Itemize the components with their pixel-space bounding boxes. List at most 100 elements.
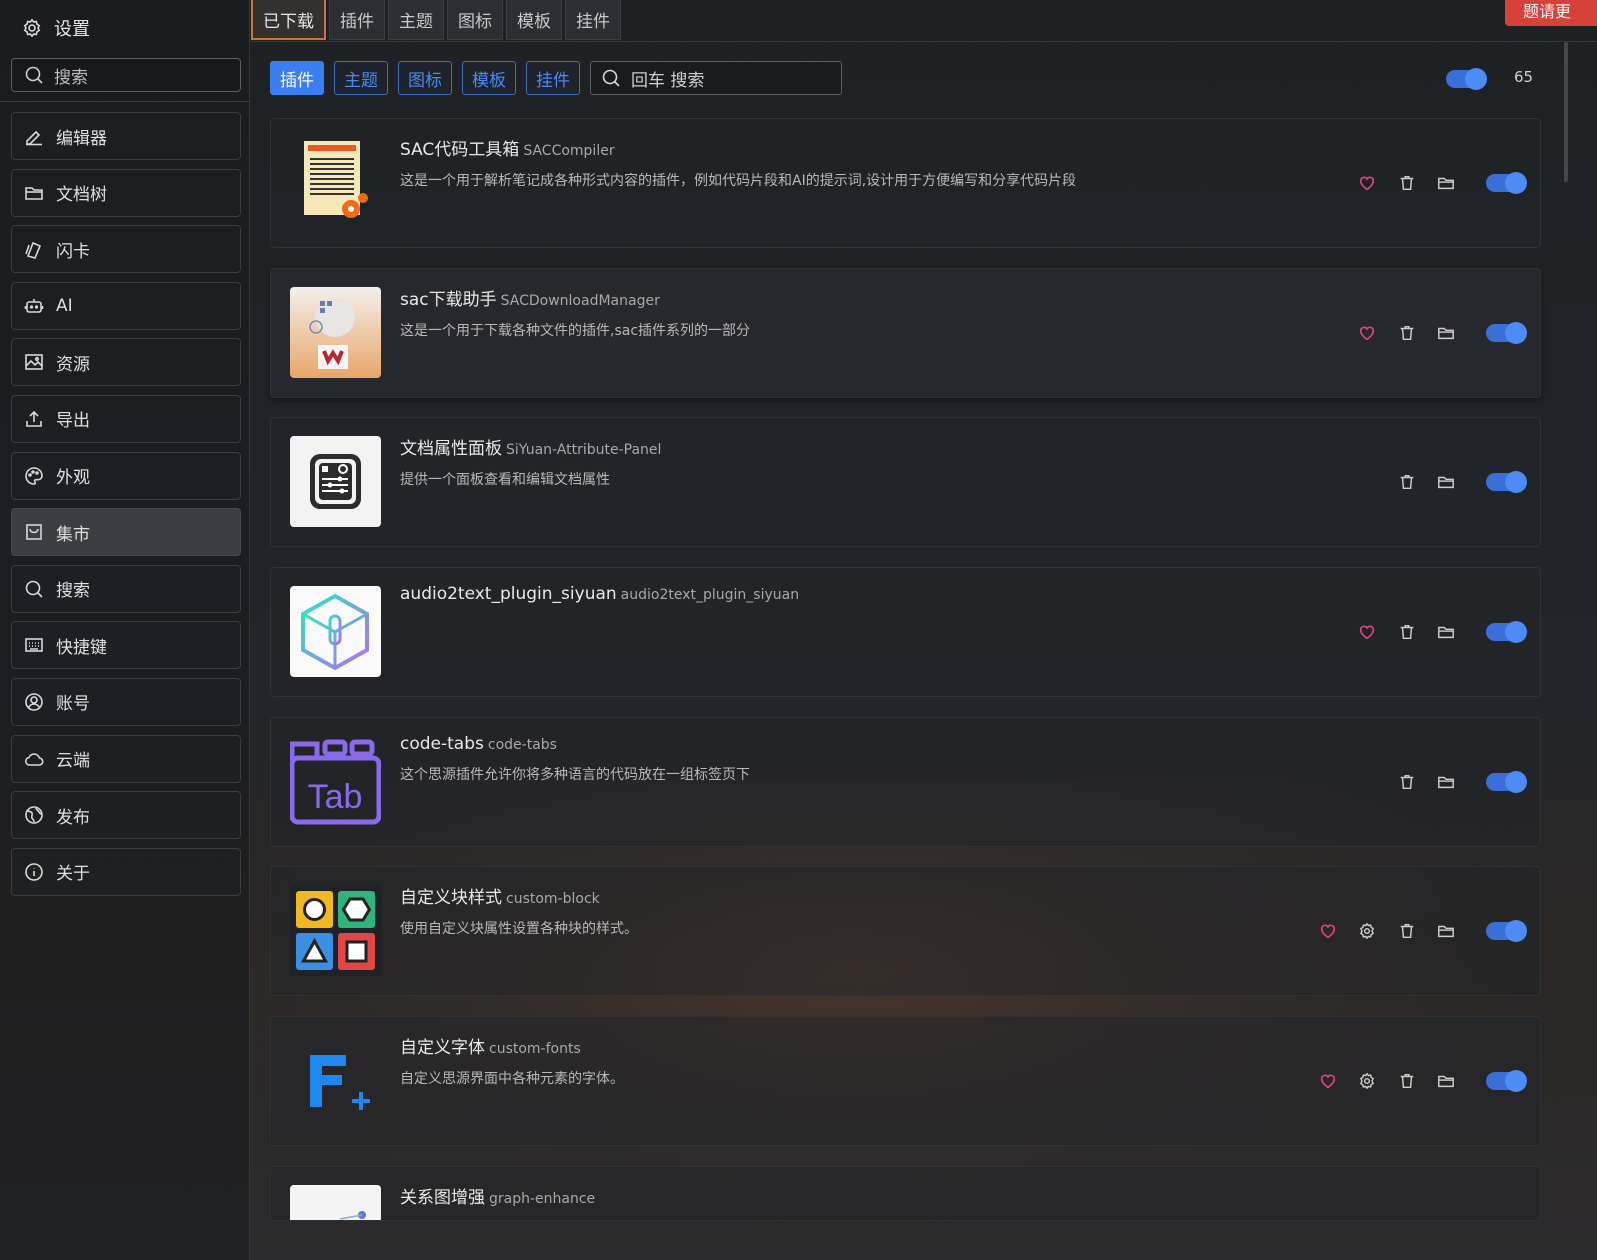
sidebar-divider	[0, 101, 250, 102]
trash-icon[interactable]	[1387, 171, 1427, 195]
plugin-card[interactable]: 关系图增强 graph-enhance	[270, 1165, 1541, 1221]
plugin-info: audio2text_plugin_siyuan audio2text_plugi…	[400, 584, 1120, 614]
sidebar-item-search[interactable]: 搜索	[11, 564, 241, 613]
plugin-enable-toggle[interactable]	[1466, 171, 1527, 195]
enable-all-toggle[interactable]	[1446, 68, 1487, 90]
sidebar-item-assets[interactable]: 资源	[11, 338, 241, 387]
heart-icon[interactable]	[1308, 919, 1348, 943]
plugin-enable-toggle[interactable]	[1466, 770, 1527, 794]
folder-icon[interactable]	[1427, 770, 1467, 794]
folder-icon[interactable]	[1427, 1069, 1467, 1093]
plugin-description: 这是一个用于下载各种文件的插件,sac插件系列的一部分	[400, 322, 751, 339]
plugin-card[interactable]: sac下载助手 SACDownloadManager 这是一个用于下载各种文件的插…	[270, 267, 1541, 398]
plugin-actions	[1308, 1017, 1527, 1145]
plugin-enable-toggle[interactable]	[1466, 919, 1527, 943]
plugin-enable-toggle[interactable]	[1466, 470, 1527, 494]
plugin-info: code-tabs code-tabs 这个思源插件允许你将多种语言的代码放在一组…	[400, 734, 1120, 784]
filter-widgets-button[interactable]: 挂件	[526, 61, 580, 95]
sidebar-item-label: 文档树	[56, 185, 107, 206]
plugin-card[interactable]: 自定义字体 custom-fonts 自定义思源界面中各种元素的字体。	[270, 1016, 1541, 1147]
sidebar-item-flashcard[interactable]: 闪卡	[11, 225, 241, 274]
plugin-enable-toggle[interactable]	[1466, 620, 1527, 644]
plugin-card[interactable]: 自定义块样式 custom-block 使用自定义块属性设置各种块的样式。	[270, 866, 1541, 997]
plugin-enable-toggle[interactable]	[1466, 321, 1527, 345]
scrollbar[interactable]	[1564, 42, 1568, 182]
filter-themes-button[interactable]: 主题	[334, 61, 388, 95]
plugin-thumbnail	[290, 436, 381, 528]
plugin-card[interactable]: Tab code-tabs code-tabs 这个思源插件允许你将多种语言的代码…	[270, 716, 1541, 847]
sidebar-item-publish[interactable]: 发布	[11, 791, 241, 840]
tab-downloaded[interactable]: 已下载	[251, 0, 326, 40]
info-icon	[24, 862, 44, 882]
plugin-name: 自定义块样式	[400, 888, 502, 909]
plugin-info: sac下载助手 SACDownloadManager 这是一个用于下载各种文件的插…	[400, 285, 1120, 340]
trash-icon[interactable]	[1387, 470, 1427, 494]
downloaded-search-input[interactable]: 回车 搜索	[590, 61, 842, 95]
sidebar-item-label: 外观	[56, 468, 90, 489]
plugin-card[interactable]: SAC代码工具箱 SACCompiler 这是一个用于解析笔记成各种形式内容的插件…	[270, 118, 1541, 248]
plugin-name: 文档属性面板	[400, 439, 502, 460]
filter-icons-button[interactable]: 图标	[398, 61, 452, 95]
red-corner-button[interactable]: 题请更	[1505, 0, 1597, 26]
search-icon	[24, 579, 44, 599]
bazaar-icon	[24, 522, 44, 542]
folder-icon[interactable]	[1427, 171, 1467, 195]
sidebar-item-bazaar[interactable]: 集市	[11, 508, 241, 557]
plugin-card[interactable]: audio2text_plugin_siyuan audio2text_plugi…	[270, 567, 1541, 698]
trash-icon[interactable]	[1387, 321, 1427, 345]
folder-icon[interactable]	[1427, 321, 1467, 345]
tab-icons[interactable]: 图标	[447, 0, 503, 40]
cloud-icon	[24, 749, 44, 769]
trash-icon[interactable]	[1387, 620, 1427, 644]
sidebar-item-account[interactable]: 账号	[11, 677, 241, 726]
settings-title-label: 设置	[54, 19, 90, 40]
filter-templates-button[interactable]: 模板	[462, 61, 516, 95]
sidebar-item-label: 集市	[56, 524, 90, 545]
sidebar-item-about[interactable]: 关于	[11, 847, 241, 896]
plugin-count: 65	[1514, 68, 1534, 86]
heart-icon[interactable]	[1308, 1069, 1348, 1093]
sidebar-item-label: 快捷键	[56, 637, 107, 658]
sidebar-search-input[interactable]: 搜索	[11, 58, 241, 92]
plugin-id: code-tabs	[487, 736, 557, 753]
gear-icon	[22, 18, 42, 38]
settings-sidebar: 设置 搜索 编辑器 文档树 闪卡 AI 资源 导出 外观 集市 搜索 快捷键 账…	[0, 0, 250, 1260]
plugin-enable-toggle[interactable]	[1466, 1069, 1527, 1093]
plugin-card[interactable]: 文档属性面板 SiYuan-Attribute-Panel 提供一个面板查看和编辑…	[270, 417, 1541, 548]
filter-plugins-button[interactable]: 插件	[270, 61, 324, 95]
trash-icon[interactable]	[1387, 919, 1427, 943]
sidebar-item-keymap[interactable]: 快捷键	[11, 621, 241, 670]
trash-icon[interactable]	[1387, 770, 1427, 794]
settings-gear-icon[interactable]	[1348, 919, 1388, 943]
trash-icon[interactable]	[1387, 1069, 1427, 1093]
sidebar-item-filetree[interactable]: 文档树	[11, 168, 241, 217]
plugin-thumbnail	[290, 286, 381, 378]
folder-icon[interactable]	[1427, 620, 1467, 644]
sidebar-item-cloud[interactable]: 云端	[11, 734, 241, 783]
settings-gear-icon[interactable]	[1348, 1069, 1388, 1093]
account-icon	[24, 692, 44, 712]
folder-icon[interactable]	[1427, 919, 1467, 943]
sidebar-item-editor[interactable]: 编辑器	[11, 112, 241, 160]
tab-widgets[interactable]: 挂件	[565, 0, 621, 40]
plugin-description: 这个思源插件允许你将多种语言的代码放在一组标签页下	[400, 766, 750, 783]
sidebar-item-export[interactable]: 导出	[11, 394, 241, 443]
folder-icon[interactable]	[1427, 470, 1467, 494]
heart-icon[interactable]	[1348, 620, 1388, 644]
sidebar-item-label: 发布	[56, 807, 90, 828]
search-icon	[601, 68, 621, 88]
heart-icon[interactable]	[1348, 171, 1388, 195]
sidebar-item-appearance[interactable]: 外观	[11, 451, 241, 500]
tab-templates[interactable]: 模板	[506, 0, 562, 40]
tab-themes[interactable]: 主题	[388, 0, 444, 40]
plugin-actions	[1348, 119, 1527, 247]
heart-icon[interactable]	[1348, 321, 1388, 345]
sidebar-item-label: 账号	[56, 694, 90, 715]
bazaar-top-tabs: 已下载 插件 主题 图标 模板 挂件	[251, 0, 621, 40]
tab-plugins[interactable]: 插件	[329, 0, 385, 40]
edit-icon	[24, 126, 44, 146]
sidebar-item-ai[interactable]: AI	[11, 281, 241, 330]
sidebar-item-label: 编辑器	[56, 128, 107, 149]
keyboard-icon	[24, 635, 44, 655]
plugin-name: 自定义字体	[400, 1038, 485, 1059]
